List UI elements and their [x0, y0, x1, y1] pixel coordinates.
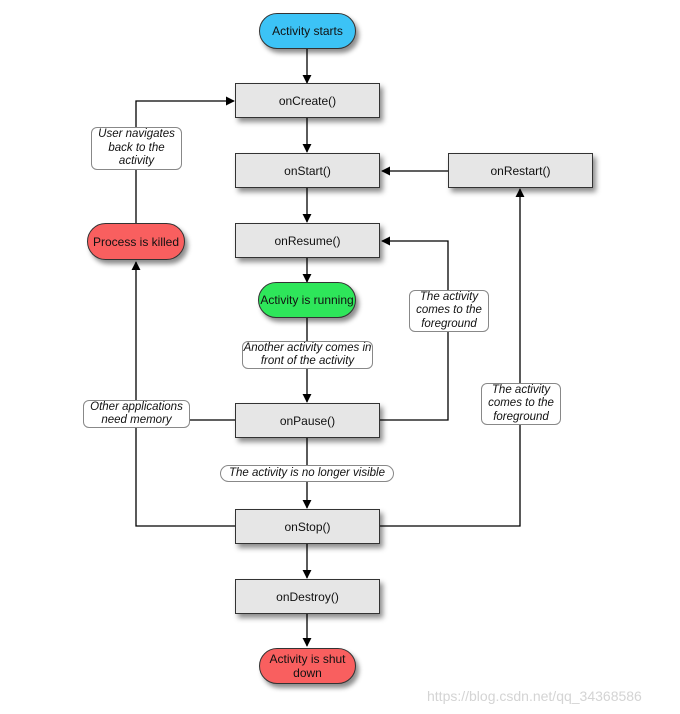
onresume-node: onResume(): [235, 223, 380, 258]
activity-running-node: Activity is running: [258, 282, 356, 318]
onpause-node: onPause(): [235, 403, 380, 438]
user-navigates-back-label: User navigates back to the activity: [91, 127, 182, 170]
watermark-text: https://blog.csdn.net/qq_34368586: [427, 688, 642, 704]
edge-onstop-to-onrestart: [380, 188, 525, 527]
activity-shut-down-node: Activity is shut down: [259, 648, 356, 684]
onstart-node: onStart(): [235, 153, 380, 188]
onrestart-node: onRestart(): [448, 153, 593, 188]
another-activity-in-front-label: Another activity comes in front of the a…: [242, 341, 373, 369]
other-apps-need-memory-label: Other applications need memory: [83, 400, 190, 428]
edge-onpause-to-killed: [131, 261, 236, 421]
onstop-node: onStop(): [235, 509, 380, 544]
comes-to-foreground-restart-label: The activity comes to the foreground: [481, 383, 561, 425]
comes-to-foreground-resume-label: The activity comes to the foreground: [409, 290, 489, 332]
activity-starts-node: Activity starts: [259, 13, 356, 49]
activity-lifecycle-diagram: Activity starts onCreate() onStart() onR…: [0, 0, 680, 714]
oncreate-node: onCreate(): [235, 83, 380, 118]
ondestroy-node: onDestroy(): [235, 579, 380, 614]
no-longer-visible-label: The activity is no longer visible: [220, 465, 394, 482]
process-killed-node: Process is killed: [87, 223, 185, 260]
